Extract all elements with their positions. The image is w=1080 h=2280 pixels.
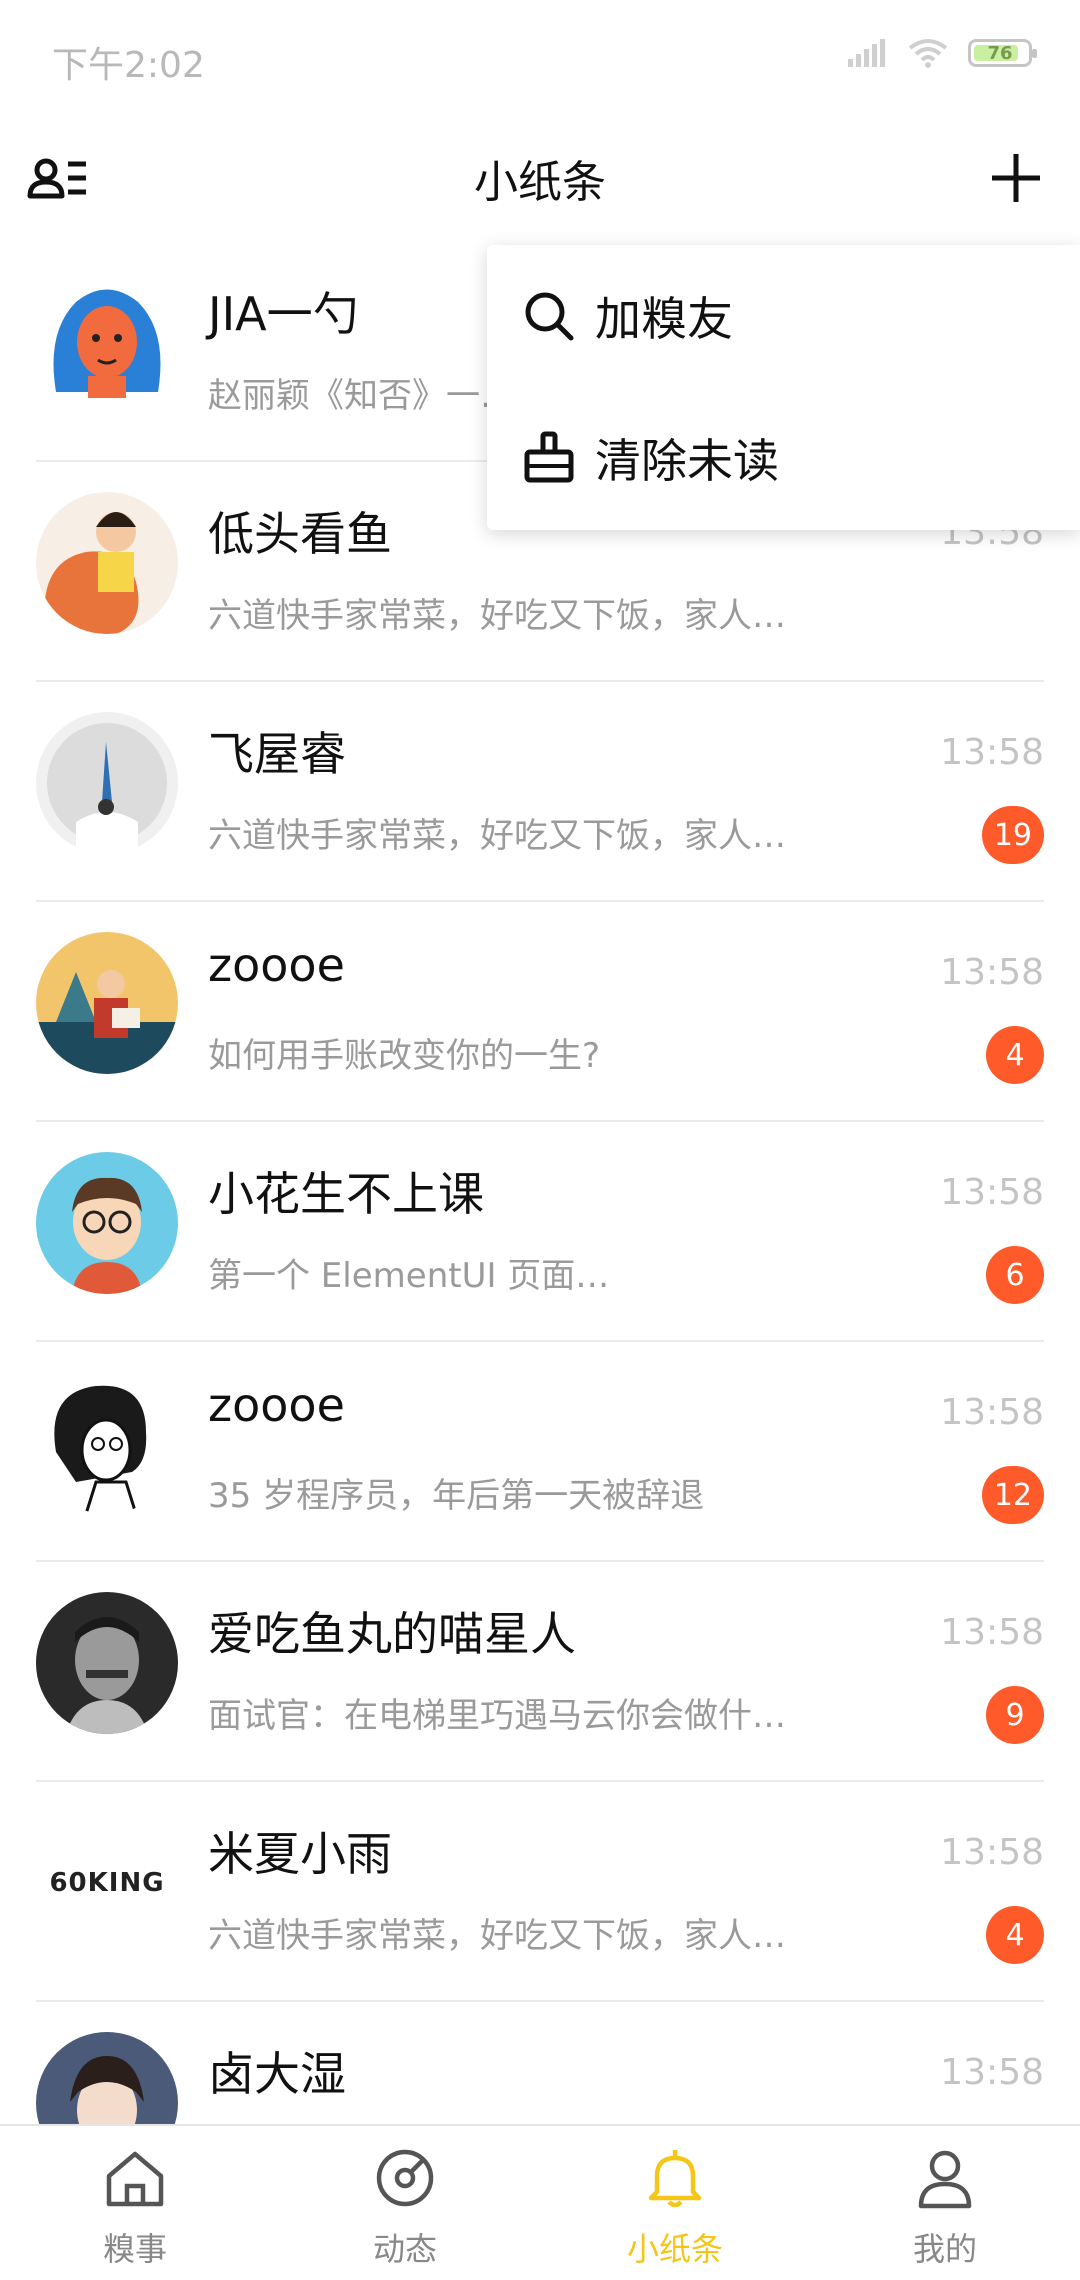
conversation-name: 米夏小雨 xyxy=(208,1827,392,1881)
tab-messages[interactable]: 小纸条 xyxy=(540,2126,810,2280)
conversation-preview: 六道快手家常菜，好吃又下饭，家人… xyxy=(208,596,786,636)
menu-item-label: 加糗友 xyxy=(595,292,733,346)
menu-item-label: 清除未读 xyxy=(595,434,779,488)
signal-icon xyxy=(848,39,885,67)
conversation-preview: 35 岁程序员，年后第一天被辞退 xyxy=(208,1476,705,1516)
avatar xyxy=(36,712,178,854)
conversation-name: 小花生不上课 xyxy=(208,1167,484,1221)
conversation-item[interactable]: zoooe 如何用手账改变你的一生? 13:58 4 xyxy=(0,902,1080,1122)
conversation-preview: 如何用手账改变你的一生? xyxy=(208,1036,601,1076)
conversation-name: 卤大湿 xyxy=(208,2047,346,2101)
unread-badge: 12 xyxy=(981,1466,1044,1524)
compass-icon xyxy=(376,2149,434,2207)
status-icons: 76 xyxy=(848,38,1037,68)
battery-level: 76 xyxy=(987,42,1013,64)
avatar xyxy=(36,932,178,1074)
conversation-preview: 第一个 ElementUI 页面… xyxy=(208,1256,610,1296)
conversation-list: JIA一勺 赵丽颖《知否》一… 低头看鱼 六道快手家常菜，好吃又下饭，家人… 1… xyxy=(0,242,1080,2222)
tab-feed[interactable]: 动态 xyxy=(270,2126,540,2280)
wifi-icon xyxy=(908,39,948,68)
conversation-time: 13:58 xyxy=(940,952,1044,993)
unread-badge: 19 xyxy=(981,806,1044,864)
conversation-name: 飞屋睿 xyxy=(208,727,346,781)
bell-icon xyxy=(648,2150,702,2208)
conversation-name: 爱吃鱼丸的喵星人 xyxy=(208,1607,576,1661)
conversation-item[interactable]: 爱吃鱼丸的喵星人 面试官：在电梯里巧遇马云你会做什… 13:58 9 xyxy=(0,1562,1080,1782)
status-bar: 下午2:02 76 xyxy=(0,0,1080,118)
conversation-item[interactable]: 小花生不上课 第一个 ElementUI 页面… 13:58 6 xyxy=(0,1122,1080,1342)
profile-icon xyxy=(918,2150,972,2209)
conversation-preview: 赵丽颖《知否》一… xyxy=(208,376,514,416)
conversation-time: 13:58 xyxy=(940,1392,1044,1433)
conversation-name: zoooe xyxy=(208,938,345,992)
conversation-time: 13:58 xyxy=(940,1172,1044,1213)
conversation-name: zoooe xyxy=(208,1378,345,1432)
tab-profile[interactable]: 我的 xyxy=(810,2126,1080,2280)
conversation-name: JIA一勺 xyxy=(208,287,359,341)
dropdown-menu: 加糗友 清除未读 xyxy=(487,245,1080,530)
add-icon[interactable] xyxy=(984,146,1048,210)
conversation-time: 13:58 xyxy=(940,1832,1044,1873)
tab-label: 我的 xyxy=(912,2230,977,2268)
avatar xyxy=(36,1372,178,1514)
tab-home[interactable]: 糗事 xyxy=(0,2126,270,2280)
clear-unread-menu-item[interactable]: 清除未读 xyxy=(487,387,1080,529)
avatar xyxy=(36,492,178,634)
conversation-preview: 六道快手家常菜，好吃又下饭，家人… xyxy=(208,816,786,856)
avatar xyxy=(36,1152,178,1294)
avatar: 60KING xyxy=(36,1812,178,1954)
avatar xyxy=(36,272,178,414)
battery-icon: 76 xyxy=(968,39,1037,67)
conversation-time: 13:58 xyxy=(940,732,1044,773)
broom-icon xyxy=(524,431,574,483)
add-friend-menu-item[interactable]: 加糗友 xyxy=(487,245,1080,387)
conversation-item[interactable]: 飞屋睿 六道快手家常菜，好吃又下饭，家人… 13:58 19 xyxy=(0,682,1080,902)
unread-badge: 4 xyxy=(986,1026,1044,1084)
page-title: 小纸条 xyxy=(474,157,606,208)
conversation-item[interactable]: 60KING 米夏小雨 六道快手家常菜，好吃又下饭，家人… 13:58 4 xyxy=(0,1782,1080,2002)
search-icon xyxy=(525,292,574,341)
unread-badge: 9 xyxy=(986,1686,1044,1744)
conversation-name: 低头看鱼 xyxy=(208,507,392,561)
tab-label: 糗事 xyxy=(102,2230,167,2268)
conversation-item[interactable]: zoooe 35 岁程序员，年后第一天被辞退 13:58 12 xyxy=(0,1342,1080,1562)
conversation-time: 13:58 xyxy=(940,1612,1044,1653)
avatar-logo-text: 60KING xyxy=(49,1868,165,1898)
conversation-preview: 六道快手家常菜，好吃又下饭，家人… xyxy=(208,1916,786,1956)
avatar xyxy=(36,1592,178,1734)
tab-label: 动态 xyxy=(372,2230,437,2268)
conversation-time: 13:58 xyxy=(940,2052,1044,2093)
bottom-tab-bar: 糗事 动态 小纸条 我的 xyxy=(0,2124,1080,2280)
status-time: 下午2:02 xyxy=(52,45,205,86)
header-bar: 小纸条 xyxy=(0,118,1080,242)
tab-label: 小纸条 xyxy=(626,2230,723,2268)
unread-badge: 4 xyxy=(986,1906,1044,1964)
home-icon xyxy=(106,2151,164,2207)
unread-badge: 6 xyxy=(986,1246,1044,1304)
conversation-preview: 面试官：在电梯里巧遇马云你会做什… xyxy=(208,1696,786,1736)
